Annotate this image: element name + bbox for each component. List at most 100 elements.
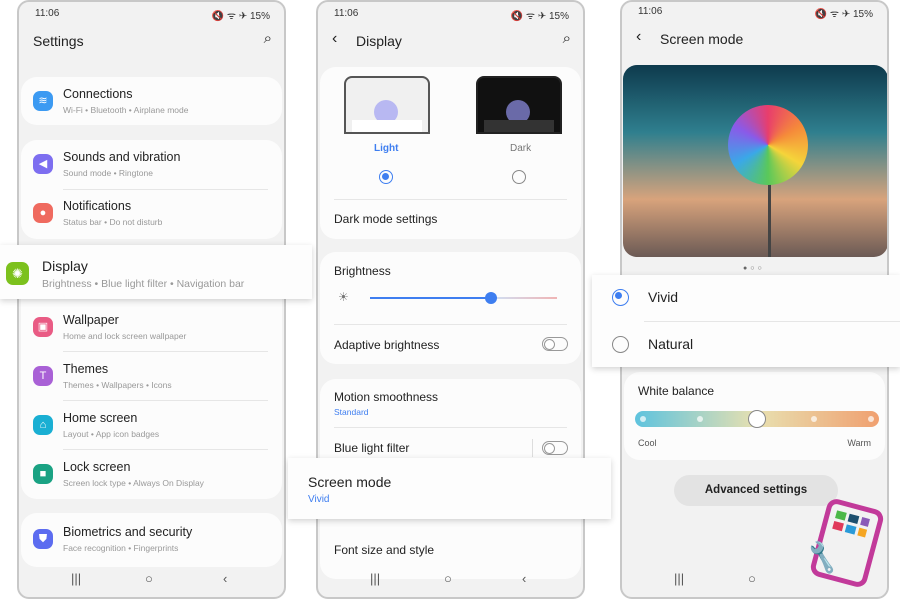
status-time: 11:06 xyxy=(334,8,359,19)
settings-item-lock-screen[interactable]: ■ Lock screen Screen lock type • Always … xyxy=(21,450,282,498)
motion-smoothness[interactable]: Motion smoothness xyxy=(334,390,438,404)
warm-label: Warm xyxy=(847,438,871,448)
option-natural[interactable]: Natural xyxy=(592,322,900,367)
item-sub: Sound mode • Ringtone xyxy=(63,168,153,178)
settings-item-wallpaper[interactable]: ▣ Wallpaper Home and lock screen wallpap… xyxy=(21,303,282,351)
back-button[interactable]: ‹ xyxy=(522,571,526,586)
item-sub: Face recognition • Fingerprints xyxy=(63,543,179,553)
white-balance-slider[interactable] xyxy=(635,410,879,428)
white-balance-thumb[interactable] xyxy=(748,410,766,428)
screen-mode-label: Screen mode xyxy=(308,474,392,490)
settings-item-notifications[interactable]: ● Notifications Status bar • Do not dist… xyxy=(21,189,282,237)
white-balance-step[interactable] xyxy=(868,416,874,422)
item-sub: Home and lock screen wallpaper xyxy=(63,331,187,341)
recents-button[interactable]: ||| xyxy=(71,571,81,586)
white-balance-label: White balance xyxy=(638,384,715,398)
item-sub: Themes • Wallpapers • Icons xyxy=(63,380,172,390)
home-button[interactable]: ○ xyxy=(748,571,756,586)
settings-item-themes[interactable]: T Themes Themes • Wallpapers • Icons xyxy=(21,352,282,400)
status-time: 11:06 xyxy=(638,6,663,17)
divider xyxy=(334,324,567,325)
option-vivid[interactable]: Vivid xyxy=(592,275,900,321)
settings-item-sounds[interactable]: ◀ Sounds and vibration Sound mode • Ring… xyxy=(21,140,282,188)
recents-button[interactable]: ||| xyxy=(674,571,684,586)
white-balance-step[interactable] xyxy=(811,416,817,422)
motion-smoothness-value: Standard xyxy=(334,407,369,417)
item-label: Biometrics and security xyxy=(63,525,193,539)
screen-mode-item[interactable]: Screen mode Vivid xyxy=(288,458,611,519)
pagination-dots[interactable]: ●○○ xyxy=(743,265,765,272)
page-title: Screen mode xyxy=(660,31,744,47)
home-button[interactable]: ○ xyxy=(444,571,452,586)
settings-phone: 11:06 🔇 ᯤ ✈ 15% Settings ⌕ ≋ Connections… xyxy=(17,0,286,599)
item-label: Home screen xyxy=(63,411,138,425)
vivid-radio[interactable] xyxy=(612,289,629,306)
item-sub: Layout • App icon badges xyxy=(63,429,160,439)
sun-icon: ☀ xyxy=(338,290,349,304)
option-label: Natural xyxy=(648,336,694,352)
preview-image xyxy=(623,65,887,257)
screen-mode-options: Vivid Natural xyxy=(592,275,900,367)
speaker-icon: ◀ xyxy=(33,154,53,174)
item-label: Lock screen xyxy=(63,460,131,474)
light-radio[interactable] xyxy=(379,170,393,184)
item-label: Themes xyxy=(63,362,109,376)
home-icon: ⌂ xyxy=(33,415,53,435)
card-theme: Light Dark Dark mode settings xyxy=(320,67,581,239)
natural-radio[interactable] xyxy=(612,336,629,353)
item-label: Wallpaper xyxy=(63,313,119,327)
status-icons: 🔇 ᯤ ✈ 15% xyxy=(510,11,569,22)
search-icon[interactable]: ⌕ xyxy=(264,30,272,47)
adaptive-brightness-label: Adaptive brightness xyxy=(334,338,440,352)
dark-mode-settings[interactable]: Dark mode settings xyxy=(334,212,437,226)
home-button[interactable]: ○ xyxy=(145,571,153,586)
wifi-icon: ≋ xyxy=(33,91,53,111)
screen-mode-value: Vivid xyxy=(308,494,330,505)
lock-icon: ■ xyxy=(33,464,53,484)
item-sub: Status bar • Do not disturb xyxy=(63,217,163,227)
advanced-settings-button[interactable]: Advanced settings xyxy=(674,475,838,506)
settings-item-connections[interactable]: ≋ Connections Wi-Fi • Bluetooth • Airpla… xyxy=(21,77,282,125)
settings-item-biometrics[interactable]: ⛊ Biometrics and security Face recogniti… xyxy=(21,515,282,563)
blue-light-filter[interactable]: Blue light filter xyxy=(334,441,409,455)
search-icon[interactable]: ⌕ xyxy=(563,30,571,47)
brightness-label: Brightness xyxy=(334,264,391,278)
back-button[interactable]: ‹ xyxy=(223,571,227,586)
white-balance-step[interactable] xyxy=(640,416,646,422)
back-arrow-icon[interactable]: ‹ xyxy=(636,28,641,46)
settings-item-home-screen[interactable]: ⌂ Home screen Layout • App icon badges xyxy=(21,401,282,449)
navigation-bar: ||| ○ ‹ xyxy=(318,571,583,591)
item-label: Display xyxy=(42,258,88,274)
recents-button[interactable]: ||| xyxy=(370,571,380,586)
dark-mode-preview[interactable] xyxy=(476,76,562,134)
settings-item-display[interactable]: ✺ Display Brightness • Blue light filter… xyxy=(0,245,312,299)
card-brightness: Brightness ☀ Adaptive brightness xyxy=(320,252,581,364)
status-icons: 🔇 ᯤ ✈ 15% xyxy=(814,9,873,20)
blue-light-filter-toggle[interactable] xyxy=(542,441,568,455)
light-mode-preview[interactable] xyxy=(344,76,430,134)
item-sub: Brightness • Blue light filter • Navigat… xyxy=(42,278,245,290)
navigation-bar: ||| ○ ‹ xyxy=(19,571,284,591)
item-label: Sounds and vibration xyxy=(63,150,181,164)
adaptive-brightness-toggle[interactable] xyxy=(542,337,568,351)
divider xyxy=(532,439,533,457)
card-sounds: ◀ Sounds and vibration Sound mode • Ring… xyxy=(21,140,282,239)
brightness-slider[interactable] xyxy=(370,297,557,299)
font-size-and-style[interactable]: Font size and style xyxy=(334,543,434,557)
shield-icon: ⛊ xyxy=(33,529,53,549)
card-connections: ≋ Connections Wi-Fi • Bluetooth • Airpla… xyxy=(21,77,282,125)
card-security: ⛊ Biometrics and security Face recogniti… xyxy=(21,513,282,567)
cool-label: Cool xyxy=(638,438,657,448)
dark-radio[interactable] xyxy=(512,170,526,184)
notification-icon: ● xyxy=(33,203,53,223)
option-label: Vivid xyxy=(648,289,679,305)
sun-icon: ✺ xyxy=(6,262,29,285)
brush-icon: T xyxy=(33,366,53,386)
brightness-thumb[interactable] xyxy=(485,292,497,304)
divider xyxy=(334,427,567,428)
back-arrow-icon[interactable]: ‹ xyxy=(332,30,337,48)
divider xyxy=(334,199,567,200)
light-label: Light xyxy=(374,143,399,154)
page-title: Settings xyxy=(33,33,84,49)
white-balance-step[interactable] xyxy=(697,416,703,422)
